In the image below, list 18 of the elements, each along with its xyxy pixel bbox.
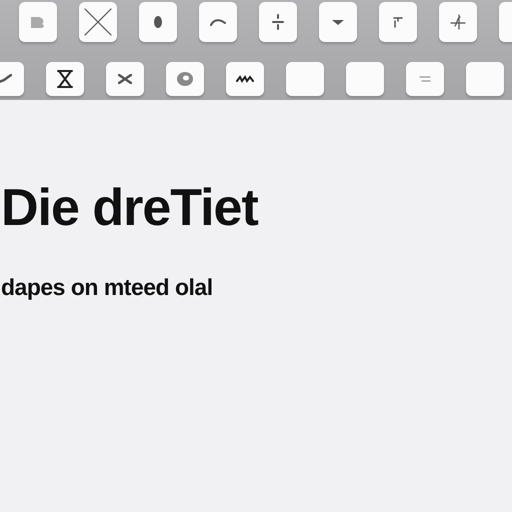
subtitle: dapes on mteed olal [1, 274, 214, 301]
cross-icon [118, 74, 132, 84]
toolbar-key[interactable] [139, 2, 177, 42]
toolbar-key[interactable] [439, 2, 477, 42]
axis-icon [450, 14, 466, 30]
cross-icon [83, 7, 113, 37]
toolbar-key[interactable] [106, 62, 144, 96]
toolbar-key[interactable] [259, 2, 297, 42]
ring-icon [176, 71, 194, 87]
lines-icon [419, 76, 431, 82]
toolbar-key[interactable] [79, 2, 117, 42]
toolbar-key[interactable] [46, 62, 84, 96]
scribble-icon [236, 75, 254, 83]
heading: Die dreTiet [1, 182, 260, 234]
divide-icon [272, 14, 284, 30]
hourglass-icon [57, 70, 73, 88]
toolbar-key[interactable] [226, 62, 264, 96]
dot-icon [154, 16, 162, 28]
